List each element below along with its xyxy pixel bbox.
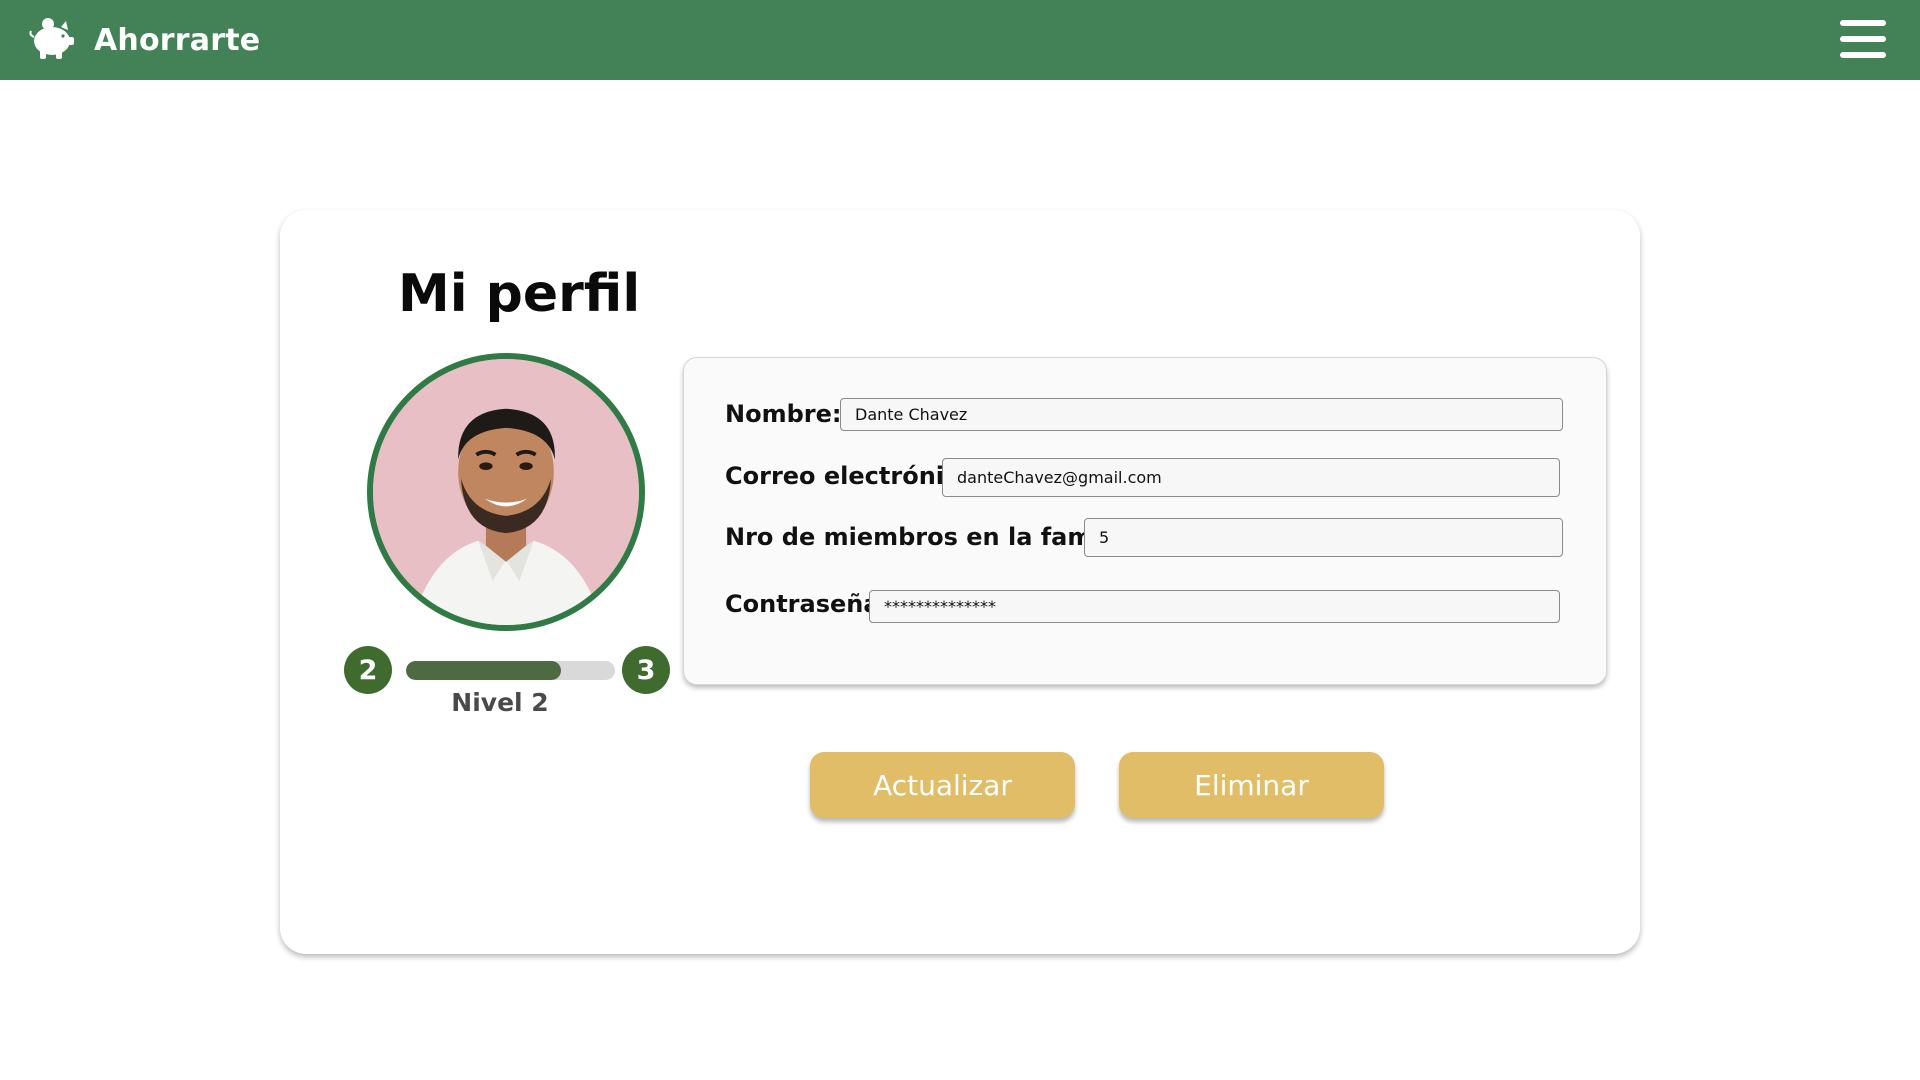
hamburger-menu-icon[interactable] xyxy=(1840,20,1886,58)
level-label: Nivel 2 xyxy=(451,688,549,717)
profile-photo xyxy=(373,359,639,625)
nombre-field[interactable] xyxy=(840,398,1563,431)
password-field[interactable] xyxy=(869,590,1560,623)
delete-button[interactable]: Eliminar xyxy=(1119,752,1384,818)
email-field[interactable] xyxy=(942,458,1560,497)
update-button[interactable]: Actualizar xyxy=(810,752,1075,818)
brand[interactable]: Ahorrarte xyxy=(28,15,260,65)
nombre-label: Nombre: xyxy=(725,400,842,428)
next-level-badge: 3 xyxy=(622,646,670,694)
password-label: Contraseña: xyxy=(725,590,890,618)
page-title: Mi perfil xyxy=(398,264,641,324)
top-navbar: Ahorrarte xyxy=(0,0,1920,80)
level-progress-fill xyxy=(406,661,561,680)
app-name: Ahorrarte xyxy=(94,22,261,58)
avatar xyxy=(367,353,645,631)
piggy-bank-icon xyxy=(28,15,76,65)
family-members-field[interactable] xyxy=(1084,518,1563,557)
current-level-badge: 2 xyxy=(344,646,392,694)
level-progress-bar xyxy=(406,661,615,680)
miembros-label: Nro de miembros en la familia: xyxy=(725,523,1143,551)
